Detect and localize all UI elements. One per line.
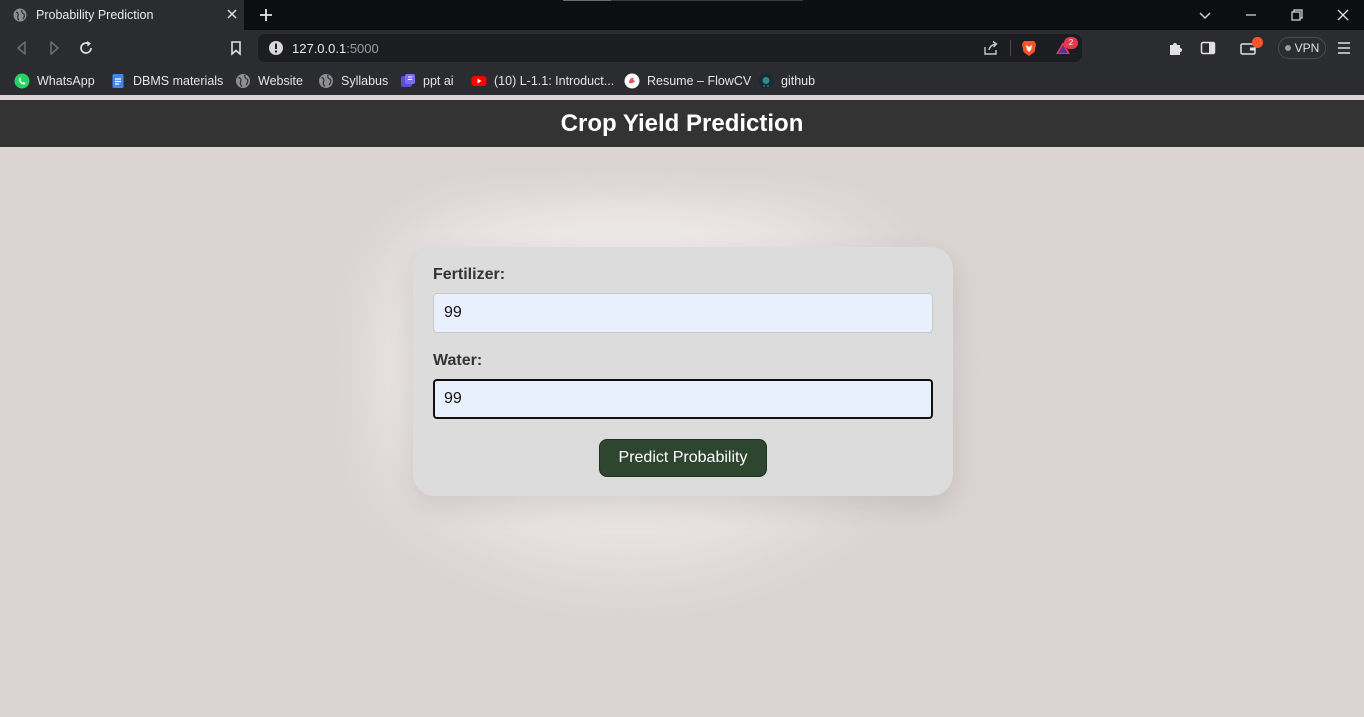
menu-icon[interactable] xyxy=(1335,39,1353,57)
tab-strip: Probability Prediction xyxy=(0,0,1364,30)
address-bar[interactable]: 127.0.0.1:5000 2 xyxy=(258,34,1082,62)
close-tab-icon[interactable] xyxy=(225,7,239,21)
page-title: Crop Yield Prediction xyxy=(560,109,804,137)
prediction-form: Fertilizer: Water: Predict Probability xyxy=(413,247,953,496)
url-host: 127.0.0.1 xyxy=(292,41,347,56)
youtube-icon xyxy=(471,76,487,86)
browser-toolbar: 127.0.0.1:5000 2 VPN xyxy=(0,30,1364,66)
page-header: Crop Yield Prediction xyxy=(0,100,1364,147)
bookmark-website[interactable]: Website xyxy=(235,71,303,91)
bookmark-icon[interactable] xyxy=(227,39,245,57)
ppt-ai-icon xyxy=(401,74,415,87)
water-input[interactable] xyxy=(433,379,933,419)
url-port: :5000 xyxy=(346,41,379,56)
whatsapp-icon xyxy=(14,73,30,89)
fertilizer-input[interactable] xyxy=(433,293,933,333)
tab-active[interactable]: Probability Prediction xyxy=(0,0,244,30)
close-window-icon[interactable] xyxy=(1335,7,1351,23)
bookmark-label: Syllabus xyxy=(341,74,389,88)
globe-icon xyxy=(319,74,333,88)
restore-icon[interactable] xyxy=(1289,7,1305,23)
bookmark-dbms-materials[interactable]: DBMS materials xyxy=(110,71,223,91)
fertilizer-label: Fertilizer: xyxy=(433,266,506,283)
github-icon xyxy=(758,73,774,89)
bookmark-syllabus[interactable]: Syllabus xyxy=(318,71,388,91)
bookmark-label: github xyxy=(781,74,816,88)
flowcv-icon xyxy=(624,73,640,89)
url-text[interactable]: 127.0.0.1:5000 xyxy=(292,41,379,56)
bookmark-github[interactable]: github xyxy=(758,71,815,91)
globe-icon xyxy=(13,8,27,22)
bookmark-whatsapp[interactable]: WhatsApp xyxy=(14,71,95,91)
bookmark-label: Website xyxy=(258,74,303,88)
vpn-status-dot xyxy=(1284,45,1291,51)
tab-search-icon[interactable] xyxy=(1197,7,1213,23)
bookmark-label: DBMS materials xyxy=(133,74,224,88)
vpn-label: VPN xyxy=(1294,41,1320,55)
tab-title: Probability Prediction xyxy=(36,8,154,22)
new-tab-icon[interactable] xyxy=(258,7,274,23)
sidebar-icon[interactable] xyxy=(1199,39,1217,57)
bookmark-ppt-ai[interactable]: ppt ai xyxy=(400,71,454,91)
reload-icon[interactable] xyxy=(77,39,95,57)
predict-probability-button[interactable]: Predict Probability xyxy=(599,439,767,477)
forward-icon[interactable] xyxy=(45,39,63,57)
globe-icon xyxy=(236,74,250,88)
bookmark-label: ppt ai xyxy=(423,74,454,88)
vpn-button[interactable]: VPN xyxy=(1278,37,1326,59)
brave-shields-icon[interactable] xyxy=(1020,39,1038,57)
docs-icon xyxy=(112,74,124,88)
bookmark-youtube-lecture[interactable]: (10) L-1.1: Introduct... xyxy=(471,71,614,91)
minimize-icon[interactable] xyxy=(1243,7,1259,23)
water-label: Water: xyxy=(433,352,483,369)
extensions-icon[interactable] xyxy=(1167,39,1185,57)
bookmark-label: Resume – FlowCV xyxy=(647,74,752,88)
bookmarks-bar: WhatsApp DBMS materials Website Syllabus… xyxy=(0,66,1364,95)
page-viewport: Crop Yield Prediction Fertilizer: Water:… xyxy=(0,100,1364,717)
rewards-badge: 2 xyxy=(1064,37,1078,49)
bookmark-resume-flowcv[interactable]: Resume – FlowCV xyxy=(624,71,751,91)
omnibox-divider xyxy=(1010,40,1011,56)
tab-scroll-indicator xyxy=(563,0,803,1)
site-info-icon[interactable] xyxy=(267,39,285,57)
wallet-notification-dot xyxy=(1252,37,1263,48)
back-icon[interactable] xyxy=(13,39,31,57)
bookmark-label: WhatsApp xyxy=(37,74,95,88)
bookmark-label: (10) L-1.1: Introduct... xyxy=(494,74,615,88)
share-icon[interactable] xyxy=(982,39,1000,57)
